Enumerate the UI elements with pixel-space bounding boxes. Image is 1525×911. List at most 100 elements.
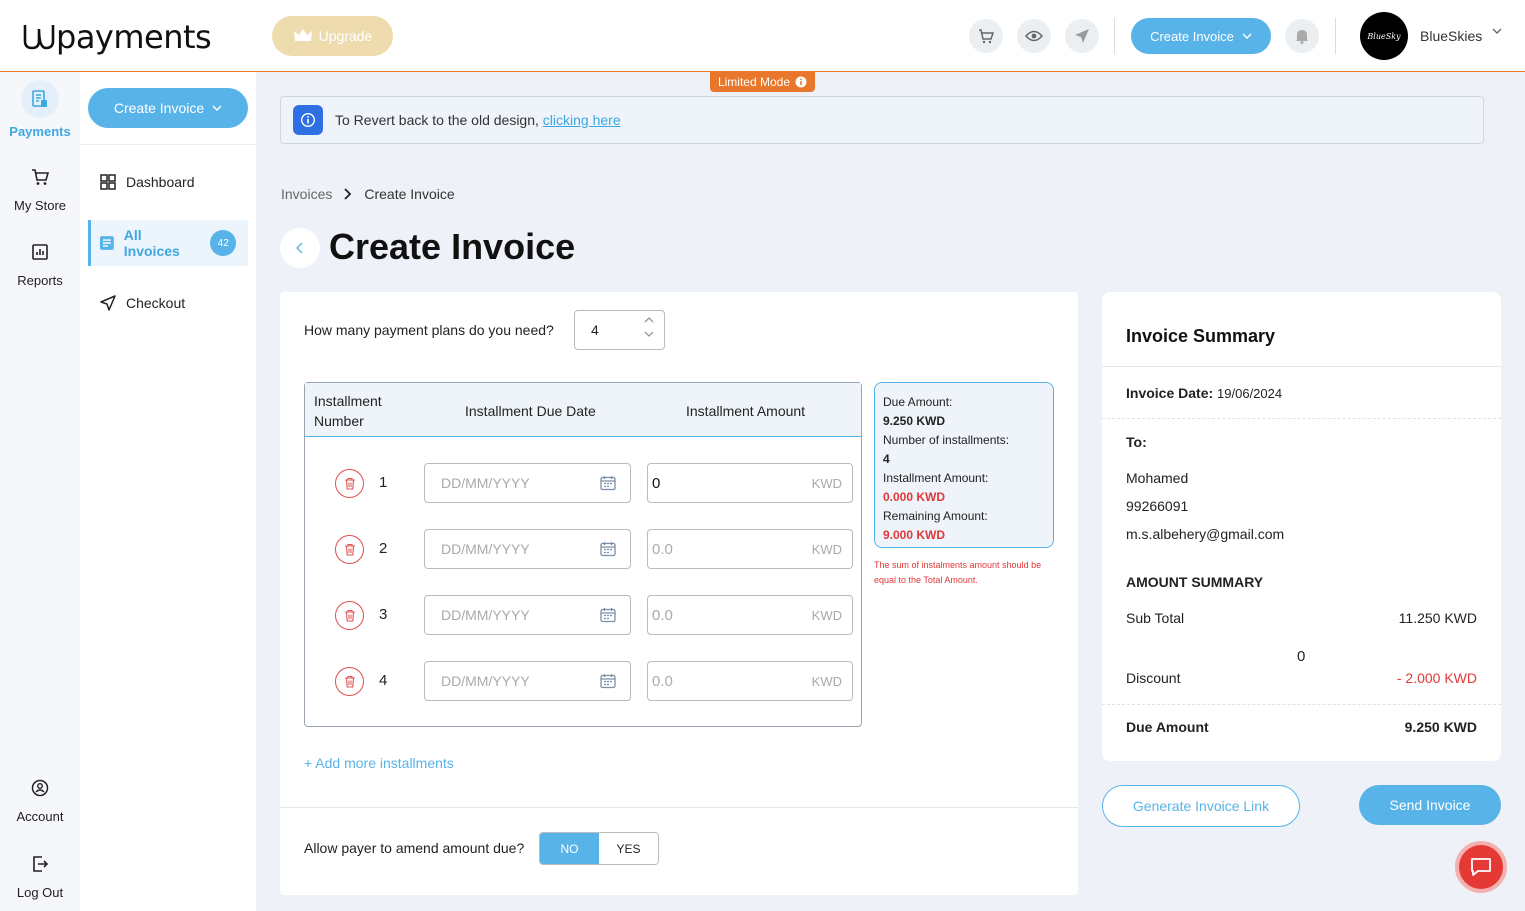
user-name[interactable]: BlueSkies <box>1420 28 1482 44</box>
table-row: 1 DD/MM/YYYY 0 KWD <box>305 463 861 503</box>
payment-plans-value: 4 <box>591 322 599 338</box>
generate-invoice-link-button[interactable]: Generate Invoice Link <box>1102 785 1300 827</box>
avatar[interactable]: BlueSky <box>1360 12 1408 60</box>
delete-installment-button[interactable] <box>335 469 364 498</box>
upgrade-button[interactable]: Upgrade <box>272 16 393 56</box>
breadcrumb-invoices[interactable]: Invoices <box>281 186 332 202</box>
stepper-arrows[interactable] <box>644 317 654 337</box>
revert-design-link[interactable]: clicking here <box>543 112 621 128</box>
cart-button[interactable] <box>969 19 1003 53</box>
rail-item-reports[interactable]: Reports <box>0 233 80 288</box>
summary-title: Invoice Summary <box>1126 326 1276 346</box>
chevron-up-icon[interactable] <box>644 317 654 323</box>
notifications-button[interactable] <box>1285 19 1319 53</box>
amount-input[interactable]: 0.0 KWD <box>647 529 853 569</box>
amount-input[interactable]: 0 KWD <box>647 463 853 503</box>
preview-button[interactable] <box>1017 19 1051 53</box>
chevron-down-icon <box>212 105 222 111</box>
due-amount-value: 9.250 KWD <box>1404 719 1477 735</box>
divider <box>1114 18 1115 54</box>
add-more-installments-link[interactable]: + Add more installments <box>304 755 454 771</box>
logo-text: payments <box>56 18 212 56</box>
logout-icon <box>21 845 59 883</box>
info-icon <box>795 76 807 88</box>
divider <box>1102 704 1501 705</box>
rail-item-my-store[interactable]: My Store <box>0 158 80 213</box>
sidebar-item-dashboard[interactable]: Dashboard <box>88 159 248 205</box>
help-chat-button[interactable] <box>1455 841 1507 893</box>
calendar-icon[interactable] <box>600 607 616 623</box>
amount-value: 0.0 <box>652 540 673 558</box>
chevron-down-icon[interactable] <box>644 331 654 337</box>
rail-label: Reports <box>17 273 63 288</box>
sidebar-item-all-invoices[interactable]: All Invoices 42 <box>88 220 248 266</box>
amend-amount-toggle: NO YES <box>539 832 659 865</box>
chevron-down-icon[interactable] <box>1492 28 1502 34</box>
amount-value: 0.0 <box>652 672 673 690</box>
due-date-input[interactable]: DD/MM/YYYY <box>424 463 631 503</box>
delete-installment-button[interactable] <box>335 667 364 696</box>
invoice-icon <box>21 80 59 118</box>
chart-icon <box>21 233 59 271</box>
paper-plane-icon <box>100 295 116 311</box>
sidebar-item-label: All Invoices <box>123 227 180 259</box>
chevron-right-icon <box>344 188 352 200</box>
calendar-icon[interactable] <box>600 673 616 689</box>
rail-item-log-out[interactable]: Log Out <box>0 845 80 900</box>
amount-input[interactable]: 0.0 KWD <box>647 661 853 701</box>
rail-item-account[interactable]: Account <box>0 769 80 824</box>
send-button-top[interactable] <box>1065 19 1099 53</box>
due-date-input[interactable]: DD/MM/YYYY <box>424 661 631 701</box>
payment-plans-stepper[interactable]: 4 <box>574 310 665 350</box>
installment-count-value: 4 <box>883 452 890 466</box>
logo[interactable]: payments <box>22 18 212 56</box>
installment-number: 1 <box>379 474 388 491</box>
rail-label: Account <box>16 809 64 824</box>
info-icon <box>293 105 323 135</box>
chat-icon <box>1471 858 1491 876</box>
chevron-left-icon <box>296 242 303 254</box>
sidebar: Create Invoice Dashboard All Invoices 42… <box>80 72 256 911</box>
date-placeholder: DD/MM/YYYY <box>441 607 530 623</box>
toggle-yes[interactable]: YES <box>599 833 658 864</box>
date-placeholder: DD/MM/YYYY <box>441 475 530 491</box>
send-invoice-button[interactable]: Send Invoice <box>1359 785 1501 825</box>
remaining-amount-label: Remaining Amount: <box>883 509 988 523</box>
zero-value: 0 <box>1297 648 1306 665</box>
top-bar: payments Upgrade Create Invoice BlueSky … <box>0 0 1525 72</box>
page-title: Create Invoice <box>329 226 576 267</box>
sidebar-create-label: Create Invoice <box>113 100 205 116</box>
calendar-icon[interactable] <box>600 475 616 491</box>
limited-mode-badge[interactable]: Limited Mode <box>710 72 815 92</box>
delete-installment-button[interactable] <box>335 601 364 630</box>
rail-label: Payments <box>9 124 71 139</box>
due-date-input[interactable]: DD/MM/YYYY <box>424 595 631 635</box>
customer-email: m.s.albehery@gmail.com <box>1126 526 1285 542</box>
rail-item-payments[interactable]: Payments <box>0 80 80 139</box>
create-invoice-top-button[interactable]: Create Invoice <box>1131 18 1271 54</box>
due-amount-label: Due Amount <box>1126 719 1209 735</box>
back-button[interactable] <box>280 228 320 268</box>
sidebar-item-checkout[interactable]: Checkout <box>88 280 248 326</box>
cart-icon <box>21 158 59 196</box>
due-date-input[interactable]: DD/MM/YYYY <box>424 529 631 569</box>
trash-icon <box>344 675 355 688</box>
divider <box>1335 18 1336 54</box>
currency-label: KWD <box>811 608 842 623</box>
amount-summary-header: AMOUNT SUMMARY <box>1126 574 1264 590</box>
calendar-icon[interactable] <box>600 541 616 557</box>
installment-amount-label: Installment Amount: <box>883 471 989 485</box>
upgrade-label: Upgrade <box>318 28 373 44</box>
table-header: Installment Number Installment Due Date … <box>305 383 861 437</box>
divider <box>1102 418 1501 419</box>
amount-input[interactable]: 0.0 KWD <box>647 595 853 635</box>
divider <box>80 144 256 145</box>
sidebar-create-invoice-button[interactable]: Create Invoice <box>88 88 248 128</box>
installment-count-label: Number of installments: <box>883 433 1010 447</box>
delete-installment-button[interactable] <box>335 535 364 564</box>
left-rail: Payments My Store Reports Account Log Ou… <box>0 72 80 911</box>
rail-label: Log Out <box>16 885 64 900</box>
info-banner: To Revert back to the old design, clicki… <box>280 96 1484 144</box>
remaining-amount-value: 9.000 KWD <box>883 528 946 542</box>
toggle-no[interactable]: NO <box>540 833 599 864</box>
